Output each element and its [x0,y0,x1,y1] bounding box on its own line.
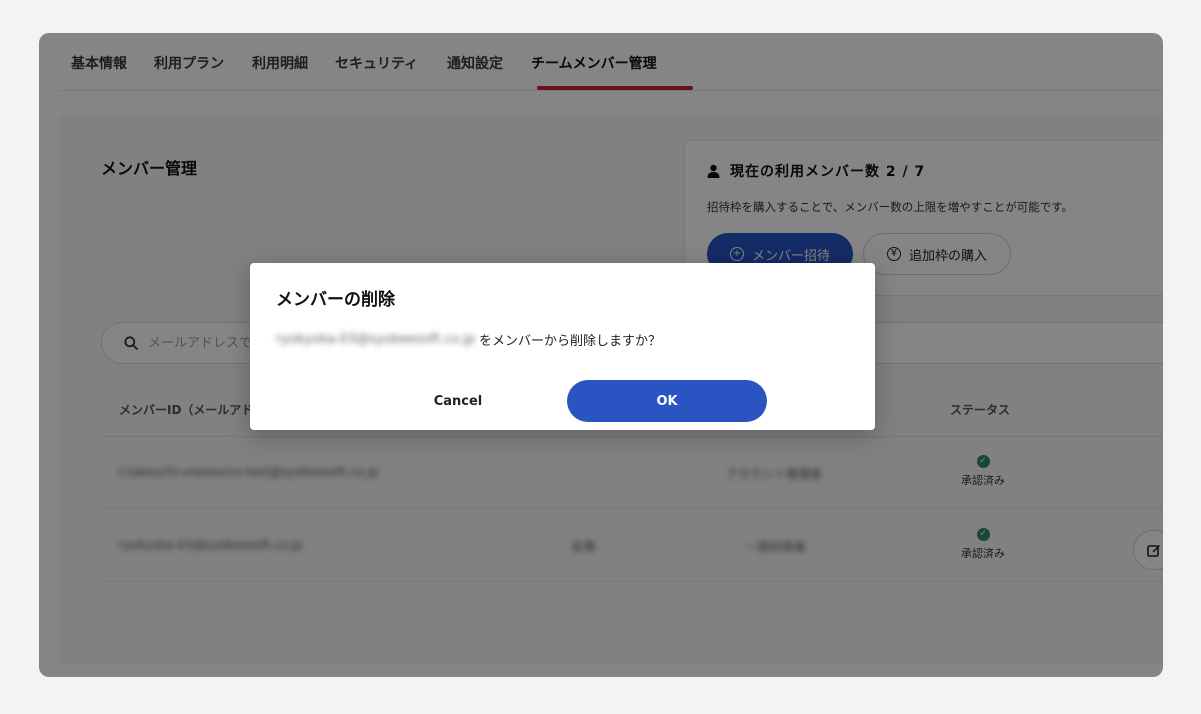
dialog-title: メンバーの削除 [276,290,395,310]
dialog-member-email: ryokyoka-03@syobeesoft.co.jp [276,332,476,347]
ok-button[interactable]: OK [567,380,767,422]
cancel-button[interactable]: Cancel [406,380,510,422]
dialog-message-text: をメンバーから削除しますか？ [479,334,662,349]
delete-member-dialog: メンバーの削除 ryokyoka-03@syobeesoft.co.jp をメン… [250,263,875,430]
dialog-message: ryokyoka-03@syobeesoft.co.jp をメンバーから削除しま… [276,330,661,349]
